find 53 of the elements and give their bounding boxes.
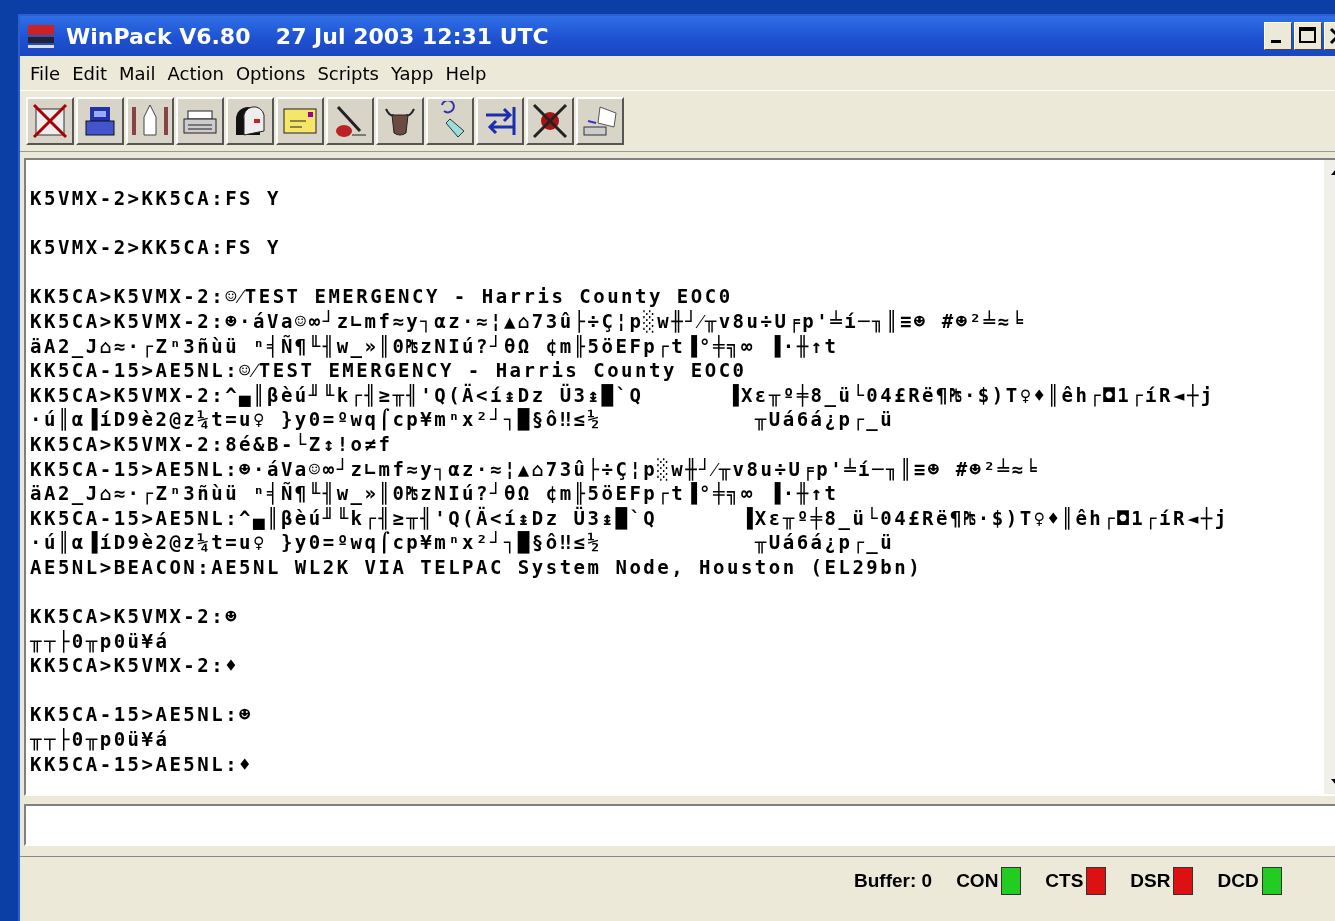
toolbar-button[interactable] [526,97,574,145]
terminal-line: KK5CA-15>AE5NL:☻·áVa☺∞┘z∟mf≈y┐αz·≈¦▲⌂73û├÷Ç¦p░w╫┘⁄╥v8u÷U╒p'╧í─╖║≡☻ #☻²╧≈╘ [30,456,1040,482]
toolbar-button[interactable] [276,97,324,145]
toolbar-button[interactable] [426,97,474,145]
terminal-line: ·ú║α▐íD9è2@z¼t=u♀ }y0=ºwq⌠cp¥mⁿx²┘┐█§ô‼≤½ ╥Uá6á¿p┌_ü [30,530,895,555]
terminal-line: KK5CA>K5VMX-2:☻ [30,604,240,629]
terminal-line: KK5CA-15>AE5NL:☻ [30,702,254,728]
terminal-line: K5VMX-2>KK5CA:FS Y [30,186,281,211]
toolbar-button[interactable] [476,97,524,145]
crossed-page-icon [30,101,70,141]
indicator-label: DCD [1217,870,1259,892]
toolbar-button[interactable] [226,97,274,145]
terminal-line: KK5CA-15>AE5NL:♦ [30,751,254,777]
terminal-line: K5VMX-2>KK5CA:FS Y [30,235,281,260]
toolbar-button[interactable] [176,97,224,145]
window-datetime: 27 Jul 2003 12:31 UTC [274,23,549,49]
toolbar-button[interactable] [326,97,374,145]
command-input-field[interactable] [24,804,1335,846]
buffer-label: Buffer: 0 [854,870,933,892]
toolbar-button[interactable] [576,97,624,145]
menu-item[interactable]: File [26,62,65,84]
menu-item[interactable]: Mail [115,62,160,84]
toolbar-button[interactable] [126,97,174,145]
app-icon [26,23,56,49]
minimize-button[interactable] [1264,22,1292,50]
terminal-line: KK5CA>K5VMX-2:♦ [30,653,240,678]
terminal-line: KK5CA>K5VMX-2:☺⁄TEST EMERGENCY - Harris County EOC0 [30,284,733,309]
terminal-line: AE5NL>BEACON:AE5NL WL2K VIA TELPAC System Node, Houston (EL29bn) [30,554,923,580]
menu-item[interactable]: Edit [68,62,111,84]
maximize-button[interactable] [1294,22,1322,50]
terminal-line: ╥┬├0╥p0ü¥á [30,628,170,654]
terminal-line: ╥┬├0╥p0ü¥á [30,727,170,752]
indicator-label: CON [956,870,999,892]
crossed-bug-icon [530,101,570,141]
terminal-line: KK5CA-15>AE5NL:^▄║βèú╜╙k┌╢≥╥╢'Q(Ä<í↨Dz Ü3↨█`Q ▐Xε╥º╪8_ü└04£Rë¶₧·$)T♀♦║êh┌◘1┌íR◄┼j [30,506,1229,531]
terminal-line: KK5CA>K5VMX-2:^▄║βèú╜╙k┌╢≥╥╢'Q(Ä<í↨Dz Ü3↨█`Q ▐Xε╥º╪8_ü└04£Rë¶₧·$)T♀♦║êh┌◘1┌íR◄┼j [30,382,1215,408]
terminal-line: KK5CA-15>AE5NL:☺⁄TEST EMERGENCY - Harris County EOC0 [30,358,747,383]
terminal-line: KK5CA>K5VMX-2:☻·áVa☺∞┘z∟mf≈y┐αz·≈¦▲⌂73û├÷Ç¦p░w╫┘⁄╥v8u÷U╒p'╧í─╖║≡☻ #☻²╧≈╘ [30,308,1026,334]
toolbar-button[interactable] [76,97,124,145]
menu-item[interactable]: Action [163,62,228,84]
menu-item[interactable]: Scripts [313,62,383,84]
window-title: WinPack V6.80 [66,23,251,49]
terminal-line: KK5CA>K5VMX-2:8é&B-└Z↕!o≠f [30,431,393,457]
terminal-line: ·ú║α▐íD9è2@z¼t=u♀ }y0=ºwq⌠cp¥mⁿx²┘┐█§ô‼≤½ ╥Uá6á¿p┌_ü [30,407,895,432]
menu-item[interactable]: Options [231,62,310,84]
terminal-line: äA2_J⌂≈·┌Zⁿ3ñùü ⁿ╡Ñ¶╙╢w_»║0₧zNIú?┘θΩ ¢m╟5öEFp┌t▐°╪╗∞ ▐·╫↑t [30,333,839,359]
menu-item[interactable]: Yapp [386,62,438,84]
toolbar-button[interactable] [376,97,424,145]
menu-item[interactable]: Help [441,62,491,84]
indicator-label: CTS [1045,870,1084,892]
terminal-line: äA2_J⌂≈·┌Zⁿ3ñùü ⁿ╡Ñ¶╙╢w_»║0₧zNIú?┘θΩ ¢m╟5öEFp┌t▐°╪╗∞ ▐·╫↑t [30,481,839,506]
toolbar-button[interactable] [26,97,74,145]
indicator-label: DSR [1130,870,1171,892]
